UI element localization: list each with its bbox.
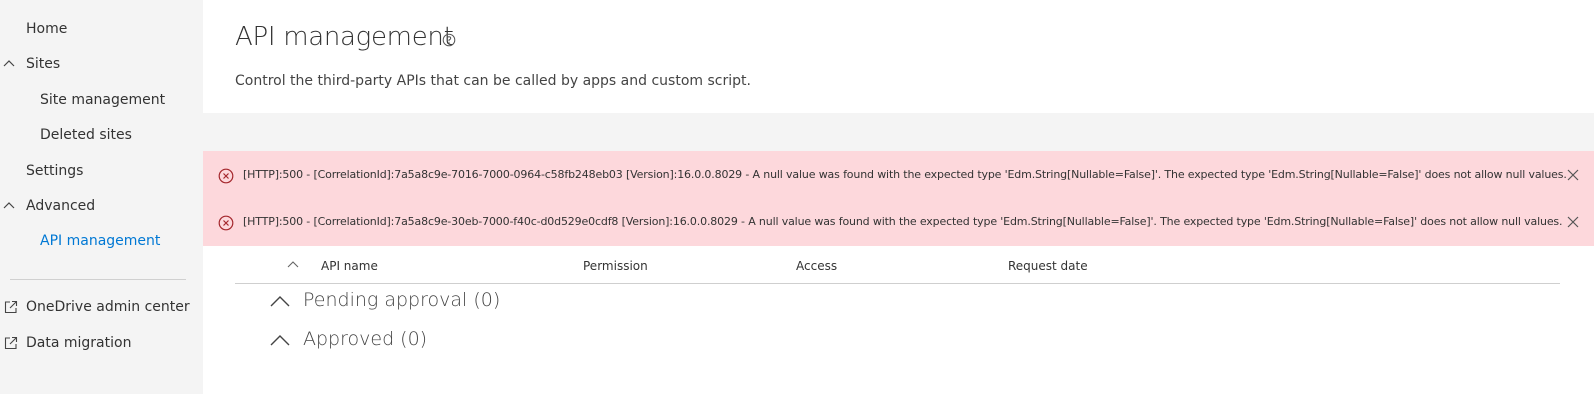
sidebar-item-sites[interactable]: Sites [0,49,203,79]
sidebar-item-home[interactable]: Home [0,14,203,44]
sidebar-item-advanced[interactable]: Advanced [0,191,203,221]
sidebar-item-site-management[interactable]: Site management [0,85,203,115]
error-icon [218,215,234,231]
column-header-permission[interactable]: Permission [583,259,648,273]
external-link-icon [4,336,18,350]
close-icon[interactable] [1566,168,1580,182]
collapse-all-chevron-icon[interactable] [285,258,301,272]
group-label: Approved (0) [303,328,428,350]
group-label: Pending approval (0) [303,289,501,311]
sidebar-item-label: Site management [40,92,166,108]
sidebar-item-deleted-sites[interactable]: Deleted sites [0,120,203,150]
error-message-text: [HTTP]:500 - [CorrelationId]:7a5a8c9e-70… [243,168,1567,181]
group-header-pending-approval[interactable]: Pending approval (0) [270,289,501,311]
error-message-bar: [HTTP]:500 - [CorrelationId]:7a5a8c9e-30… [203,198,1594,246]
close-icon[interactable] [1566,215,1580,229]
error-message-text: [HTTP]:500 - [CorrelationId]:7a5a8c9e-30… [243,215,1563,228]
sidebar-divider [10,279,186,280]
main-content: API management Control the third-party A… [203,0,1594,394]
help-icon[interactable] [442,33,456,47]
chevron-up-icon [270,296,290,307]
sidebar-nav: Home Sites Site management Deleted sites… [0,0,203,394]
external-link-icon [4,300,18,314]
sidebar-item-onedrive-admin-center[interactable]: OneDrive admin center [0,292,203,322]
page-description: Control the third-party APIs that can be… [235,73,751,89]
app-window: Home Sites Site management Deleted sites… [0,0,1594,394]
sidebar-item-label: Data migration [26,335,132,351]
chevron-up-icon [3,60,15,67]
error-icon [218,168,234,184]
error-message-bar: [HTTP]:500 - [CorrelationId]:7a5a8c9e-70… [203,151,1594,199]
column-header-access[interactable]: Access [796,259,837,273]
sidebar-item-label: Settings [26,163,84,179]
page-title: API management [235,22,454,52]
group-header-approved[interactable]: Approved (0) [270,328,428,350]
sidebar-item-label: Deleted sites [40,127,132,143]
sidebar-item-label: Home [26,21,68,37]
chevron-up-icon [3,202,15,209]
command-bar [203,113,1594,153]
sidebar-item-label: OneDrive admin center [26,299,190,315]
sidebar-item-label: API management [40,233,161,249]
column-header-api-name[interactable]: API name [321,259,378,273]
chevron-up-icon [270,335,290,346]
sidebar-item-data-migration[interactable]: Data migration [0,328,203,358]
table-header: API name Permission Access Request date [235,254,1560,284]
sidebar-item-settings[interactable]: Settings [0,156,203,186]
column-header-request-date[interactable]: Request date [1008,259,1088,273]
sidebar-item-api-management[interactable]: API management [0,226,203,256]
